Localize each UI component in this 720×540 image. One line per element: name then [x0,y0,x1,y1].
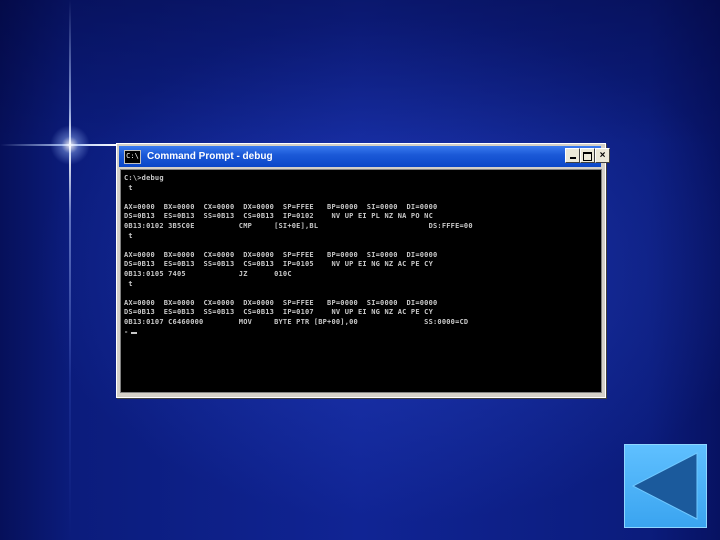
console-line: t [124,231,133,240]
close-button[interactable]: × [595,148,610,163]
slide-top-band [0,0,720,145]
console-line: C:\>debug [124,174,164,182]
console-line: 0B13:0105 7405 JZ 010C [124,269,292,278]
console-line: 0B13:0107 C6460000 MOV BYTE PTR [BP+00],… [124,317,469,326]
command-prompt-window: C:\ Command Prompt - debug × C:\>debug t… [116,143,610,398]
console-line: AX=0000 BX=0000 CX=0000 DX=0000 SP=FFEE … [124,250,438,259]
maximize-icon [583,152,592,161]
console-line: AX=0000 BX=0000 CX=0000 DX=0000 SP=FFEE … [124,202,438,211]
console-line: DS=0B13 ES=0B13 SS=0B13 CS=0B13 IP=0107 … [124,308,434,317]
console-line: 0B13:0102 3B5C0E CMP [SI+0E],BL DS:FFFE=… [124,221,473,230]
console-lines: C:\>debug t AX=0000 BX=0000 CX=0000 DX=00… [124,174,594,337]
back-navigation-button[interactable] [624,444,707,528]
console-line: t [124,279,133,288]
console-line: AX=0000 BX=0000 CX=0000 DX=0000 SP=FFEE … [124,298,438,307]
star-flare-vertical [69,0,71,540]
console-line: t [124,183,133,192]
console-line: DS=0B13 ES=0B13 SS=0B13 CS=0B13 IP=0102 … [124,212,434,221]
console-line: DS=0B13 ES=0B13 SS=0B13 CS=0B13 IP=0105 … [124,260,434,269]
text-cursor [131,331,138,334]
star-flare-icon [50,125,90,165]
window-title: Command Prompt - debug [147,151,273,162]
console-prompt-line: - [124,328,594,338]
close-icon: × [599,150,606,161]
cmd-icon: C:\ [124,149,141,164]
back-triangle-icon [631,452,698,520]
minimize-icon [569,157,576,159]
console-output-area[interactable]: C:\>debug t AX=0000 BX=0000 CX=0000 DX=00… [120,169,602,393]
window-titlebar[interactable]: C:\ Command Prompt - debug × [119,146,610,167]
minimize-button[interactable] [565,148,580,163]
maximize-button[interactable] [580,148,595,163]
